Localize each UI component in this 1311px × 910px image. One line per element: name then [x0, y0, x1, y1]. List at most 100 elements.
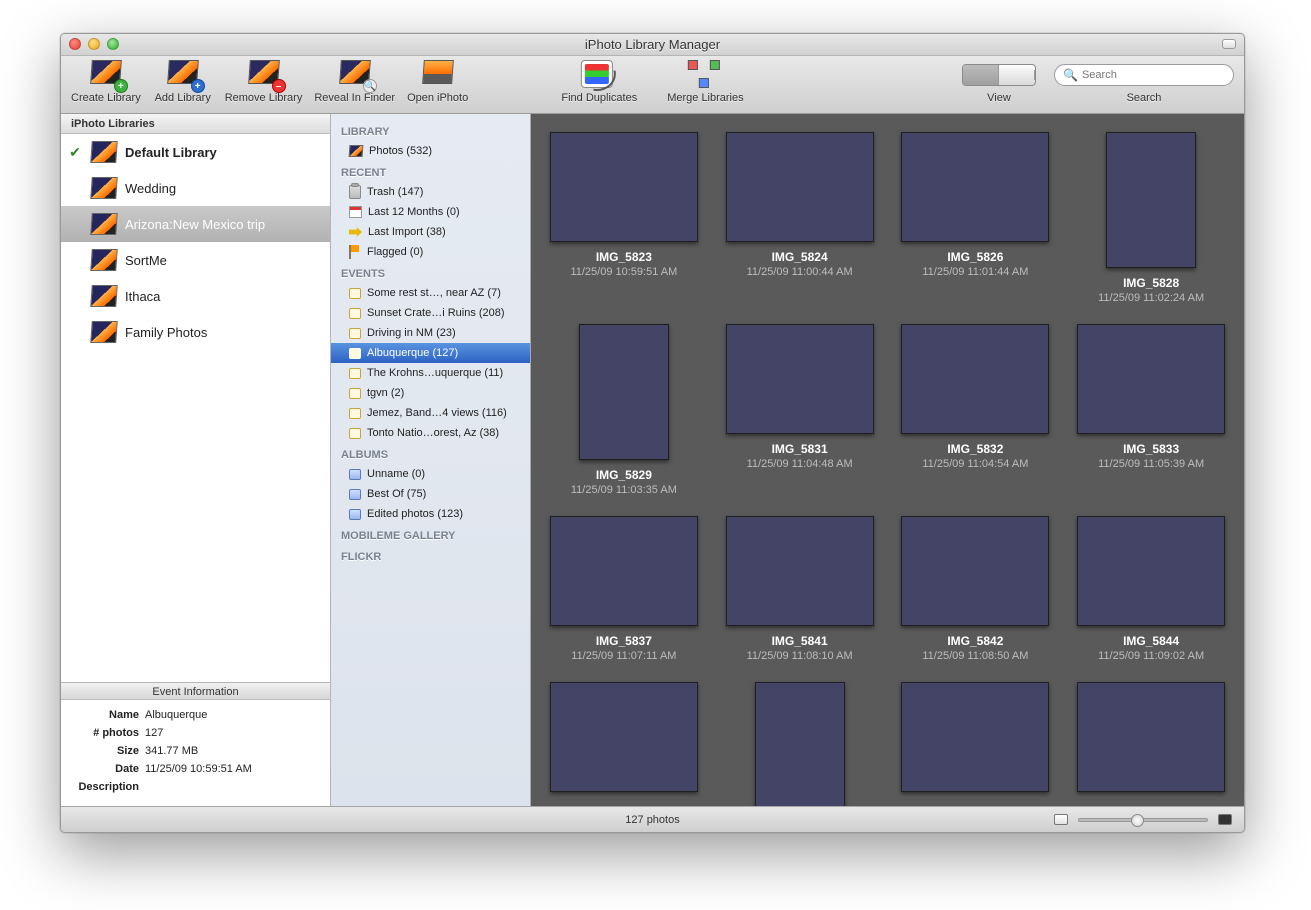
- thumbnail-filename: IMG_5832: [947, 442, 1003, 456]
- library-row[interactable]: Ithaca: [61, 278, 330, 314]
- source-list-item[interactable]: Tonto Natio…orest, Az (38): [331, 423, 530, 443]
- thumbnail[interactable]: [897, 682, 1055, 806]
- close-window-button[interactable]: [69, 38, 81, 50]
- thumbnail[interactable]: [1072, 682, 1230, 806]
- source-list-item[interactable]: Unname (0): [331, 464, 530, 484]
- create-library-button[interactable]: + Create Library: [71, 60, 141, 104]
- source-list-item[interactable]: Trash (147): [331, 182, 530, 202]
- thumbnail-date: 11/25/09 11:01:44 AM: [922, 266, 1028, 278]
- view-mode-segmented[interactable]: [962, 64, 1036, 86]
- info-value: 127: [145, 724, 163, 742]
- thumbnail-image[interactable]: [755, 682, 845, 806]
- thumbnail-image[interactable]: [550, 132, 698, 242]
- thumbnail-image[interactable]: [901, 682, 1049, 792]
- thumbnail-image[interactable]: [1077, 682, 1225, 792]
- zoom-window-button[interactable]: [107, 38, 119, 50]
- library-icon: [90, 177, 118, 199]
- thumbnail-image[interactable]: [579, 324, 669, 460]
- source-list-item[interactable]: Albuquerque (127): [331, 343, 530, 363]
- list-view-button[interactable]: [999, 65, 1035, 85]
- merge-libraries-button[interactable]: Merge Libraries: [667, 60, 743, 104]
- source-item-label: Photos (532): [369, 145, 432, 157]
- event-icon: [349, 388, 361, 399]
- thumbnail[interactable]: IMG_583311/25/09 11:05:39 AM: [1072, 324, 1230, 496]
- thumbnail-image[interactable]: [901, 516, 1049, 626]
- thumbnail-image[interactable]: [901, 132, 1049, 242]
- thumbnail[interactable]: IMG_582311/25/09 10:59:51 AM: [545, 132, 703, 304]
- source-list-item[interactable]: Last Import (38): [331, 222, 530, 242]
- thumbnail-date: 11/25/09 11:03:35 AM: [571, 484, 677, 496]
- source-list-item[interactable]: Edited photos (123): [331, 504, 530, 524]
- thumbnail-image[interactable]: [1106, 132, 1196, 268]
- grid-view-button[interactable]: [963, 65, 999, 85]
- open-iphoto-button[interactable]: Open iPhoto: [407, 60, 468, 104]
- library-row[interactable]: Arizona:New Mexico trip: [61, 206, 330, 242]
- source-list-item[interactable]: Driving in NM (23): [331, 323, 530, 343]
- thumbnail-date: 11/25/09 11:09:02 AM: [1098, 650, 1204, 662]
- minimize-window-button[interactable]: [88, 38, 100, 50]
- thumbnail[interactable]: IMG_584111/25/09 11:08:10 AM: [721, 516, 879, 662]
- source-list-item[interactable]: Sunset Crate…i Ruins (208): [331, 303, 530, 323]
- library-icon: [90, 285, 118, 307]
- source-item-label: Best Of (75): [367, 488, 426, 500]
- thumbnail[interactable]: IMG_584411/25/09 11:09:02 AM: [1072, 516, 1230, 662]
- thumbnail[interactable]: IMG_583111/25/09 11:04:48 AM: [721, 324, 879, 496]
- thumbnail[interactable]: IMG_5837 11/25/09 11:07:11 AM: [545, 516, 703, 662]
- search-input[interactable]: [1082, 69, 1225, 81]
- thumbnail[interactable]: [721, 682, 879, 806]
- thumbnail-image[interactable]: [1077, 324, 1225, 434]
- info-key: Description: [71, 778, 145, 796]
- reveal-in-finder-button[interactable]: 🔍 Reveal In Finder: [314, 60, 395, 104]
- thumbnail-image[interactable]: [726, 516, 874, 626]
- thumbnail-grid[interactable]: IMG_582311/25/09 10:59:51 AMIMG_582411/2…: [531, 114, 1244, 806]
- source-list-item[interactable]: The Krohns…uquerque (11): [331, 363, 530, 383]
- thumbnail-filename: IMG_5837: [596, 634, 652, 648]
- thumbnail-image[interactable]: [726, 324, 874, 434]
- thumbnail-image[interactable]: [901, 324, 1049, 434]
- titlebar: iPhoto Library Manager: [61, 34, 1244, 56]
- library-row[interactable]: Wedding: [61, 170, 330, 206]
- toolbar-toggle-button[interactable]: [1222, 39, 1236, 49]
- thumbnail[interactable]: IMG_583211/25/09 11:04:54 AM: [897, 324, 1055, 496]
- thumbnail-image[interactable]: [1077, 516, 1225, 626]
- thumbnail[interactable]: [545, 682, 703, 806]
- thumbnail-image[interactable]: [550, 682, 698, 792]
- thumbnail[interactable]: IMG_582611/25/09 11:01:44 AM: [897, 132, 1055, 304]
- source-list-item[interactable]: Photos (532): [331, 141, 530, 161]
- thumbnail-date: 11/25/09 11:07:11 AM: [571, 650, 676, 662]
- source-list-item[interactable]: Best Of (75): [331, 484, 530, 504]
- slider-knob[interactable]: [1131, 814, 1144, 827]
- library-row[interactable]: Family Photos: [61, 314, 330, 350]
- source-list-item[interactable]: tgvn (2): [331, 383, 530, 403]
- source-list-item[interactable]: Flagged (0): [331, 242, 530, 262]
- library-row[interactable]: ✔Default Library: [61, 134, 330, 170]
- thumbnail[interactable]: IMG_584211/25/09 11:08:50 AM: [897, 516, 1055, 662]
- search-field[interactable]: 🔍: [1054, 64, 1234, 86]
- libraries-list[interactable]: ✔Default LibraryWeddingArizona:New Mexic…: [61, 134, 330, 682]
- thumbnail-date: 11/25/09 11:00:44 AM: [747, 266, 853, 278]
- source-list-item[interactable]: Last 12 Months (0): [331, 202, 530, 222]
- source-list-pane[interactable]: LIBRARYPhotos (532)RECENTTrash (147)Last…: [331, 114, 531, 806]
- thumbnail-image[interactable]: [550, 516, 698, 626]
- source-list-item[interactable]: Jemez, Band…4 views (116): [331, 403, 530, 423]
- search-icon: 🔍: [1063, 68, 1078, 82]
- fullscreen-button[interactable]: [1218, 814, 1232, 825]
- info-key: # photos: [71, 724, 145, 742]
- source-item-label: Flagged (0): [367, 246, 423, 258]
- library-row[interactable]: SortMe: [61, 242, 330, 278]
- thumbnail[interactable]: IMG_582911/25/09 11:03:35 AM: [545, 324, 703, 496]
- thumbnail-size-slider[interactable]: [1078, 818, 1208, 822]
- library-icon: [90, 249, 118, 271]
- app-window: iPhoto Library Manager + Create Library …: [60, 33, 1245, 833]
- info-toggle-button[interactable]: [1054, 814, 1068, 825]
- flag-icon: [349, 245, 361, 259]
- find-duplicates-button[interactable]: Find Duplicates: [561, 60, 637, 104]
- source-item-label: Trash (147): [367, 186, 423, 198]
- thumbnail-image[interactable]: [726, 132, 874, 242]
- thumbnail[interactable]: IMG_582411/25/09 11:00:44 AM: [721, 132, 879, 304]
- source-list-item[interactable]: Some rest st…, near AZ (7): [331, 283, 530, 303]
- library-name: Ithaca: [125, 289, 160, 304]
- remove-library-button[interactable]: – Remove Library: [225, 60, 303, 104]
- thumbnail[interactable]: IMG_582811/25/09 11:02:24 AM: [1072, 132, 1230, 304]
- add-library-button[interactable]: + Add Library: [153, 60, 213, 104]
